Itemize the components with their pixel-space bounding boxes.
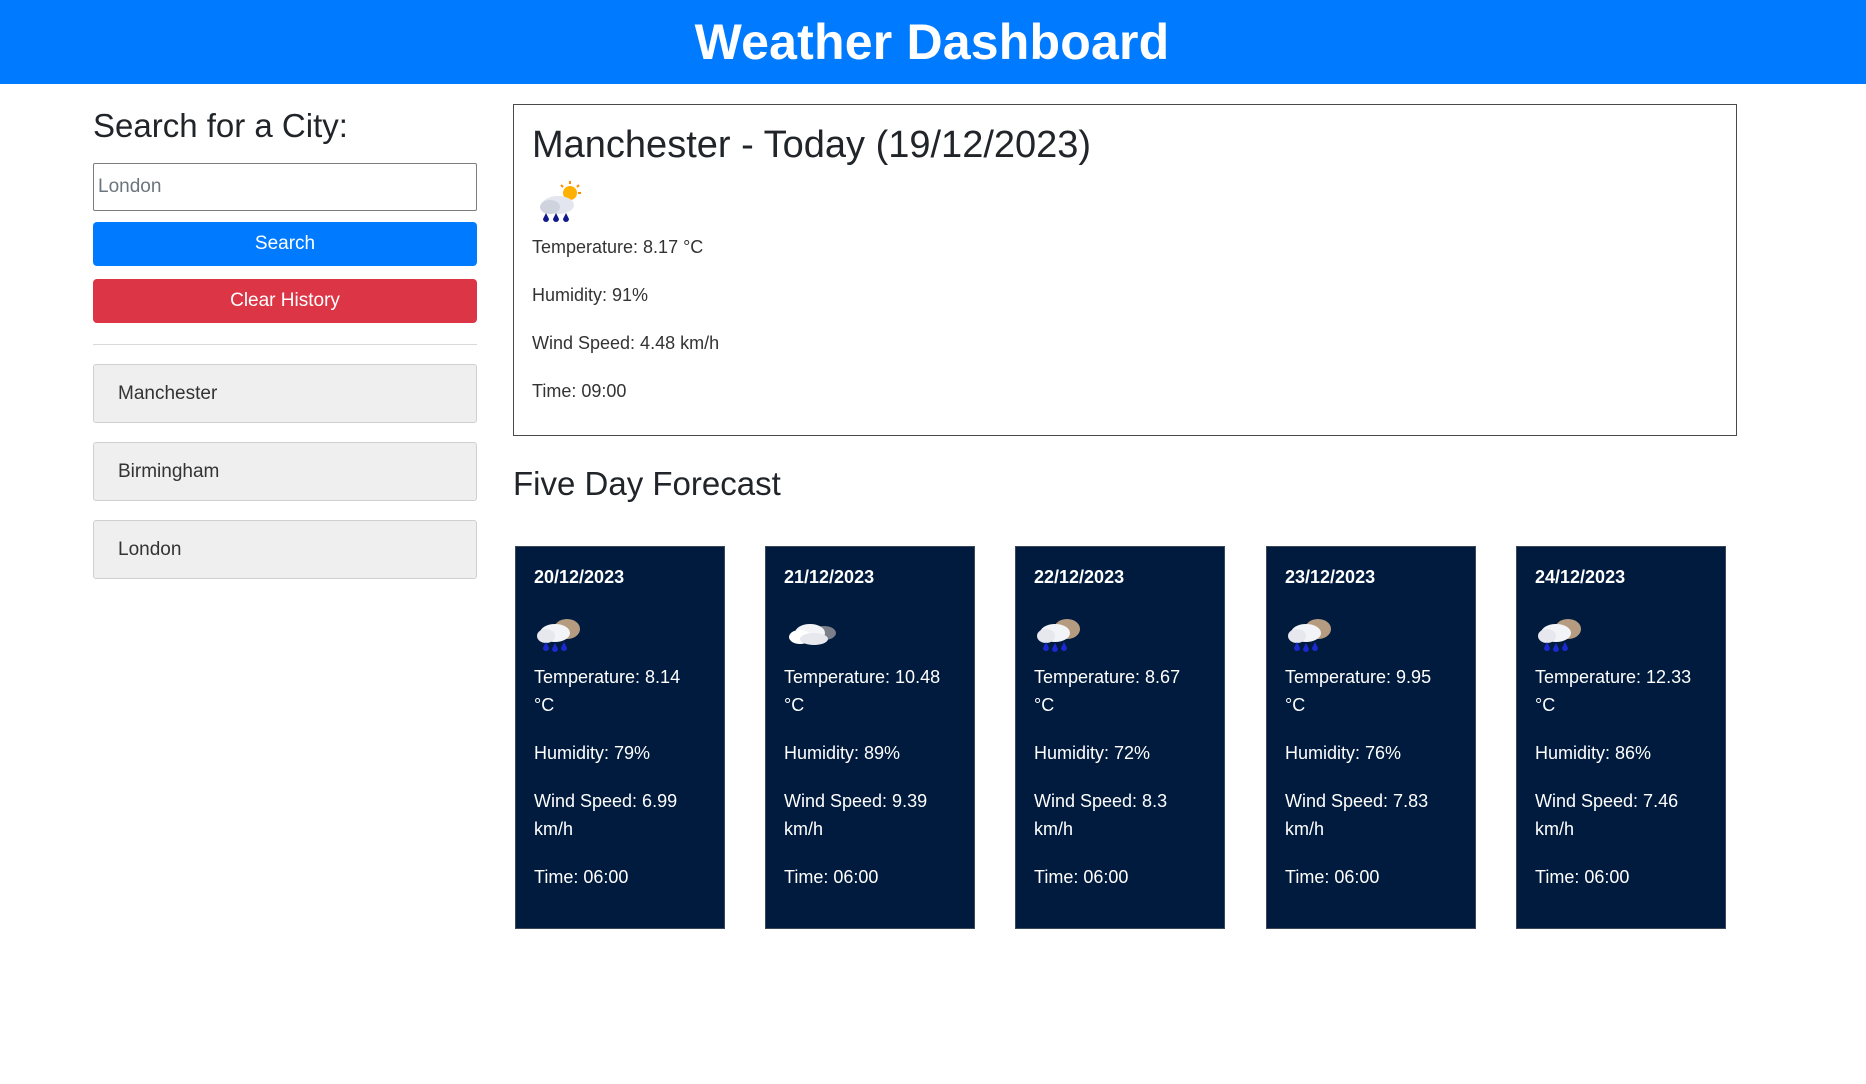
forecast-date: 24/12/2023	[1535, 567, 1626, 587]
forecast-time: Time: 06:00	[1034, 867, 1129, 887]
cloud-icon	[784, 613, 956, 655]
sidebar: Search for a City: Search Clear History …	[93, 100, 477, 598]
page-header: Weather Dashboard	[0, 0, 1866, 84]
forecast-card: 23/12/2023 Temperature: 9.95 °C Humidity…	[1266, 546, 1476, 929]
forecast-temperature: Temperature: 10.48 °C	[784, 667, 941, 715]
search-button[interactable]: Search	[93, 222, 477, 266]
forecast-humidity: Humidity: 76%	[1285, 743, 1402, 763]
forecast-date: 23/12/2023	[1285, 567, 1376, 587]
forecast-card: 20/12/2023 Temperature: 8.14 °C Humidity…	[515, 546, 725, 929]
current-time: Time: 09:00	[532, 381, 627, 401]
search-history-list: Manchester Birmingham London	[93, 364, 477, 579]
forecast-time: Time: 06:00	[534, 867, 629, 887]
history-item-birmingham[interactable]: Birmingham	[93, 442, 477, 501]
rain-cloud-icon	[1034, 613, 1206, 655]
current-wind-speed: Wind Speed: 4.48 km/h	[532, 333, 720, 353]
history-item-london[interactable]: London	[93, 520, 477, 579]
divider	[93, 344, 477, 345]
forecast-card: 21/12/2023 Temperature: 10.48 °C Humidit…	[765, 546, 975, 929]
city-search-input[interactable]	[93, 163, 477, 211]
rain-cloud-icon	[1535, 613, 1707, 655]
forecast-wind-speed: Wind Speed: 6.99 km/h	[534, 791, 678, 839]
rain-sun-icon	[532, 179, 1718, 223]
forecast-time: Time: 06:00	[1285, 867, 1380, 887]
forecast-time: Time: 06:00	[1535, 867, 1630, 887]
forecast-date: 21/12/2023	[784, 567, 875, 587]
forecast-humidity: Humidity: 86%	[1535, 743, 1652, 763]
forecast-time: Time: 06:00	[784, 867, 879, 887]
forecast-humidity: Humidity: 79%	[534, 743, 651, 763]
current-weather-title: Manchester - Today (19/12/2023)	[532, 124, 1092, 166]
forecast-temperature: Temperature: 9.95 °C	[1285, 667, 1432, 715]
forecast-temperature: Temperature: 8.67 °C	[1034, 667, 1181, 715]
clear-history-button[interactable]: Clear History	[93, 279, 477, 323]
forecast-wind-speed: Wind Speed: 9.39 km/h	[784, 791, 928, 839]
forecast-heading: Five Day Forecast	[513, 465, 781, 502]
forecast-card: 24/12/2023 Temperature: 12.33 °C Humidit…	[1516, 546, 1726, 929]
forecast-wind-speed: Wind Speed: 8.3 km/h	[1034, 791, 1168, 839]
forecast-humidity: Humidity: 89%	[784, 743, 901, 763]
history-item-manchester[interactable]: Manchester	[93, 364, 477, 423]
rain-cloud-icon	[534, 613, 706, 655]
forecast-date: 20/12/2023	[534, 567, 625, 587]
forecast-temperature: Temperature: 12.33 °C	[1535, 667, 1692, 715]
forecast-card: 22/12/2023 Temperature: 8.67 °C Humidity…	[1015, 546, 1225, 929]
current-temperature: Temperature: 8.17 °C	[532, 237, 704, 257]
current-humidity: Humidity: 91%	[532, 285, 649, 305]
rain-cloud-icon	[1285, 613, 1457, 655]
search-heading: Search for a City:	[93, 107, 348, 144]
forecast-wind-speed: Wind Speed: 7.83 km/h	[1285, 791, 1429, 839]
forecast-humidity: Humidity: 72%	[1034, 743, 1151, 763]
current-weather-panel: Manchester - Today (19/12/2023) Temperat…	[513, 104, 1737, 436]
forecast-date: 22/12/2023	[1034, 567, 1125, 587]
forecast-temperature: Temperature: 8.14 °C	[534, 667, 681, 715]
page-title: Weather Dashboard	[694, 14, 1170, 70]
forecast-wind-speed: Wind Speed: 7.46 km/h	[1535, 791, 1679, 839]
